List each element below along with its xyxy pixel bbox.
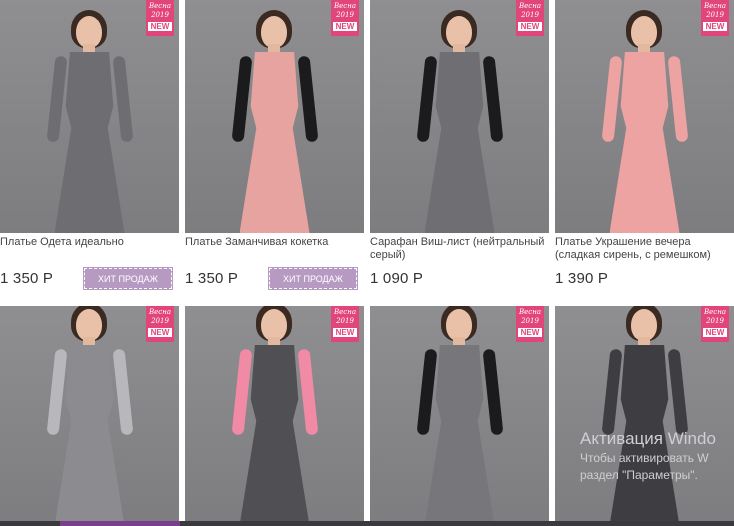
product-price: 1 090 Р [370,270,424,287]
new-season-badge: Весна 2019 NEW [701,0,729,36]
new-season-badge: Весна 2019 NEW [146,306,174,342]
product-photo[interactable]: Весна 2019 NEW [555,0,734,233]
product-photo[interactable]: Весна 2019 NEW [185,306,364,526]
activation-text: раздел "Параметры". [580,468,698,482]
product-card[interactable]: Весна 2019 NEW Сарафан Виш-лист (нейтрал… [370,0,549,300]
product-title[interactable]: Сарафан Виш-лист (нейтральный серый) [370,236,549,262]
model-figure [35,8,145,233]
model-figure [405,8,515,233]
product-title[interactable]: Платье Заманчивая кокетка [185,236,364,249]
product-card[interactable]: Весна 2019 NEW Платье Украшение вечера (… [555,0,734,300]
product-price: 1 350 Р [0,270,54,287]
new-season-badge: Весна 2019 NEW [516,306,544,342]
model-figure [35,306,145,526]
product-card[interactable]: Весна 2019 NEW Платье Одета идеально 1 3… [0,0,179,305]
activation-text: Чтобы активировать W [580,451,709,465]
product-card[interactable]: Весна 2019 NEW [370,306,549,526]
model-figure [590,306,700,526]
product-photo[interactable]: Весна 2019 NEW [0,0,179,233]
model-figure [405,306,515,526]
product-price: 1 390 Р [555,270,609,287]
activation-title: Активация Windo [580,429,716,448]
model-figure [220,8,330,233]
product-card[interactable]: Весна 2019 NEW [0,306,179,526]
new-season-badge: Весна 2019 NEW [701,306,729,342]
bestseller-badge: ХИТ ПРОДАЖ ТОП-50 [83,267,173,305]
new-season-badge: Весна 2019 NEW [146,0,174,36]
product-photo[interactable]: Весна 2019 NEW [0,306,179,526]
new-season-badge: Весна 2019 NEW [516,0,544,36]
product-card[interactable]: Весна 2019 NEW [555,306,734,526]
product-photo[interactable]: Весна 2019 NEW [370,306,549,526]
bestseller-badge: ХИТ ПРОДАЖ ТОП-50 [268,267,358,305]
product-photo[interactable]: Весна 2019 NEW [555,306,734,526]
bottom-bar [0,521,734,526]
product-title[interactable]: Платье Украшение вечера (сладкая сирень,… [555,236,734,262]
new-season-badge: Весна 2019 NEW [331,306,359,342]
product-photo[interactable]: Весна 2019 NEW [370,0,549,233]
product-card[interactable]: Весна 2019 NEW Платье Заманчивая кокетка… [185,0,364,305]
product-card[interactable]: Весна 2019 NEW [185,306,364,526]
windows-activation-watermark: Активация Windo Чтобы активировать W раз… [580,428,716,484]
model-figure [220,306,330,526]
model-figure [590,8,700,233]
product-price: 1 350 Р [185,270,239,287]
product-title[interactable]: Платье Одета идеально [0,236,179,249]
product-photo[interactable]: Весна 2019 NEW [185,0,364,233]
new-season-badge: Весна 2019 NEW [331,0,359,36]
